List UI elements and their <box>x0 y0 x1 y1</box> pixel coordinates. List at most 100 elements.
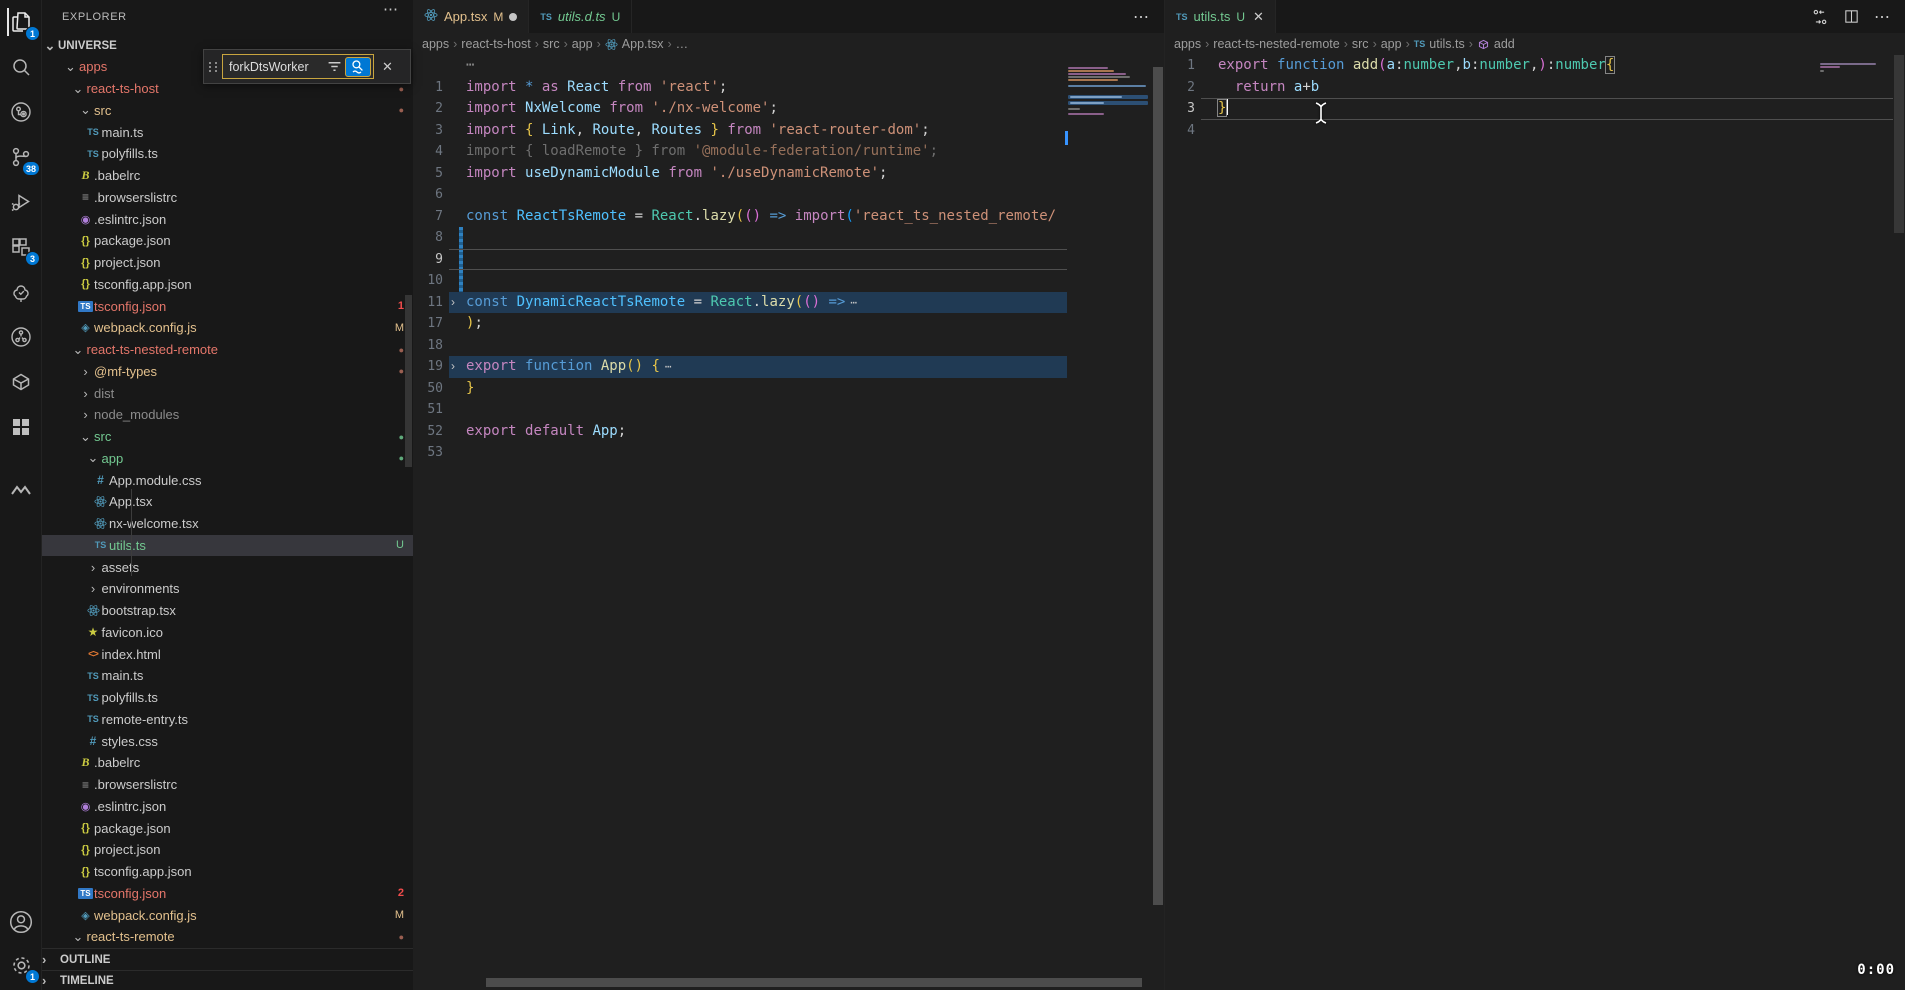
code-line[interactable]: ⋯ <box>413 55 1164 77</box>
close-icon[interactable]: ✕ <box>1253 9 1264 25</box>
swap-editors-icon[interactable] <box>1811 8 1829 26</box>
nx-console-icon[interactable] <box>7 368 35 396</box>
line-number[interactable]: 3 <box>1165 98 1195 120</box>
todo-tree-icon[interactable] <box>7 278 35 306</box>
breadcrumb-item[interactable]: react-ts-host <box>461 37 530 51</box>
minimap[interactable] <box>1068 67 1152 227</box>
code-line[interactable]: 3import { Link, Route, Routes } from 're… <box>413 120 1164 142</box>
wave-icon[interactable] <box>7 476 35 504</box>
breadcrumb-item[interactable]: TSutils.ts <box>1414 37 1465 51</box>
line-number[interactable]: 2 <box>413 98 443 120</box>
code-line[interactable]: 1export function add(a:number,b:number,)… <box>1165 55 1905 77</box>
filter-icon[interactable] <box>327 59 342 77</box>
tree-item-tsconfig.app.json[interactable]: {}tsconfig.app.json <box>42 861 413 883</box>
tree-item-webpack.config.js[interactable]: ◈webpack.config.jsM <box>42 317 413 339</box>
tree-item-.browserslistrc[interactable]: ≡.browserslistrc <box>42 187 413 209</box>
tree-item-polyfills.ts[interactable]: TSpolyfills.ts <box>42 143 413 165</box>
line-number[interactable]: 10 <box>413 270 443 292</box>
code-line[interactable]: 2 return a+b <box>1165 77 1905 99</box>
tree-item-dist[interactable]: ›dist <box>42 382 413 404</box>
tree-item-webpack.config.js[interactable]: ◈webpack.config.jsM <box>42 904 413 926</box>
vertical-scrollbar[interactable] <box>1153 67 1163 905</box>
breadcrumb-item[interactable]: apps <box>1174 37 1201 51</box>
line-number[interactable]: 9 <box>413 249 443 271</box>
breadcrumb-item[interactable]: src <box>1352 37 1369 51</box>
tree-item-nx-welcome.tsx[interactable]: nx-welcome.tsx <box>42 513 413 535</box>
code-line[interactable]: 3} <box>1165 98 1905 120</box>
line-number[interactable]: 2 <box>1165 77 1195 99</box>
tree-item-.babelrc[interactable]: B.babelrc <box>42 752 413 774</box>
vertical-scrollbar[interactable] <box>1894 55 1904 233</box>
tree-item-.eslintrc.json[interactable]: ◉.eslintrc.json <box>42 208 413 230</box>
breadcrumb-item[interactable]: app <box>1381 37 1402 51</box>
explorer-more-actions-icon[interactable]: ⋯ <box>383 0 399 18</box>
code-line[interactable]: 10 <box>413 270 1164 292</box>
outline-section-header[interactable]: › OUTLINE <box>42 948 413 970</box>
code-line[interactable]: 11›const DynamicReactTsRemote = React.la… <box>413 292 1164 314</box>
fold-chevron-icon[interactable]: › <box>451 292 455 314</box>
line-number[interactable]: 50 <box>413 378 443 400</box>
code-line[interactable]: 5import useDynamicModule from './useDyna… <box>413 163 1164 185</box>
tree-item-@mf-types[interactable]: ›@mf-types● <box>42 361 413 383</box>
tree-item-tsconfig.json[interactable]: TStsconfig.json2 <box>42 883 413 905</box>
line-number[interactable]: 18 <box>413 335 443 357</box>
tree-item-assets[interactable]: ›assets <box>42 556 413 578</box>
code-line[interactable]: 9 <box>413 249 1164 271</box>
tree-item-react-ts-remote[interactable]: ⌄react-ts-remote● <box>42 926 413 948</box>
breadcrumb-item[interactable]: react-ts-nested-remote <box>1213 37 1339 51</box>
tree-item-favicon.ico[interactable]: ★favicon.ico <box>42 622 413 644</box>
line-number[interactable]: 11 <box>413 292 443 314</box>
tree-item-main.ts[interactable]: TSmain.ts <box>42 665 413 687</box>
line-number[interactable]: 4 <box>413 141 443 163</box>
timeline-section-header[interactable]: › TIMELINE <box>42 970 413 990</box>
filter-input[interactable]: forkDtsWorker <box>222 54 374 79</box>
tree-item-tsconfig.json[interactable]: TStsconfig.json1 <box>42 295 413 317</box>
remote-graph-icon[interactable] <box>7 98 35 126</box>
tree-item-App.module.css[interactable]: #App.module.css <box>42 469 413 491</box>
tree-item-package.json[interactable]: {}package.json <box>42 230 413 252</box>
line-number[interactable]: 8 <box>413 227 443 249</box>
code-line[interactable]: 50} <box>413 378 1164 400</box>
run-and-debug-icon[interactable] <box>7 188 35 216</box>
close-icon[interactable]: ✕ <box>382 59 393 75</box>
breadcrumb-item[interactable]: apps <box>422 37 449 51</box>
tree-item-.eslintrc.json[interactable]: ◉.eslintrc.json <box>42 796 413 818</box>
explorer-icon[interactable]: 1 <box>7 8 35 36</box>
settings-gear-icon[interactable]: 1 <box>7 951 35 979</box>
tab-utils-d-ts[interactable]: TS utils.d.ts U <box>529 0 632 33</box>
code-line[interactable]: 52export default App; <box>413 421 1164 443</box>
line-number[interactable]: 1 <box>413 77 443 99</box>
code-line[interactable]: 4 <box>1165 120 1905 142</box>
line-number[interactable]: 6 <box>413 184 443 206</box>
code-line[interactable]: 17); <box>413 313 1164 335</box>
code-line[interactable]: 1import * as React from 'react'; <box>413 77 1164 99</box>
tree-item-src[interactable]: ⌄src● <box>42 426 413 448</box>
breadcrumb-item[interactable]: app <box>572 37 593 51</box>
code-line[interactable]: 6 <box>413 184 1164 206</box>
line-number[interactable]: 7 <box>413 206 443 228</box>
tree-item-remote-entry.ts[interactable]: TSremote-entry.ts <box>42 709 413 731</box>
line-number[interactable]: 4 <box>1165 120 1195 142</box>
line-number[interactable]: 53 <box>413 442 443 464</box>
tree-item-node_modules[interactable]: ›node_modules <box>42 404 413 426</box>
breadcrumb-item[interactable]: … <box>676 37 689 51</box>
fuzzy-search-icon[interactable] <box>345 57 371 77</box>
code-line[interactable]: 18 <box>413 335 1164 357</box>
code-line[interactable]: 53 <box>413 442 1164 464</box>
tab-app-tsx[interactable]: App.tsx M <box>413 0 529 33</box>
tree-item-main.ts[interactable]: TSmain.ts <box>42 121 413 143</box>
line-number[interactable]: 19 <box>413 356 443 378</box>
line-number[interactable]: 3 <box>413 120 443 142</box>
sidebar-scrollbar[interactable] <box>405 295 412 467</box>
line-number[interactable]: 1 <box>1165 55 1195 77</box>
search-icon[interactable] <box>7 53 35 81</box>
tree-item-index.html[interactable]: <>index.html <box>42 643 413 665</box>
tree-item-App.tsx[interactable]: App.tsx <box>42 491 413 513</box>
drag-handle[interactable] <box>204 62 222 72</box>
code-line[interactable]: 8 <box>413 227 1164 249</box>
tree-item-src[interactable]: ⌄src● <box>42 100 413 122</box>
tree-item-bootstrap.tsx[interactable]: bootstrap.tsx <box>42 600 413 622</box>
tree-item-project.json[interactable]: {}project.json <box>42 839 413 861</box>
tree-item-.browserslistrc[interactable]: ≡.browserslistrc <box>42 774 413 796</box>
extensions-icon[interactable]: 3 <box>7 233 35 261</box>
